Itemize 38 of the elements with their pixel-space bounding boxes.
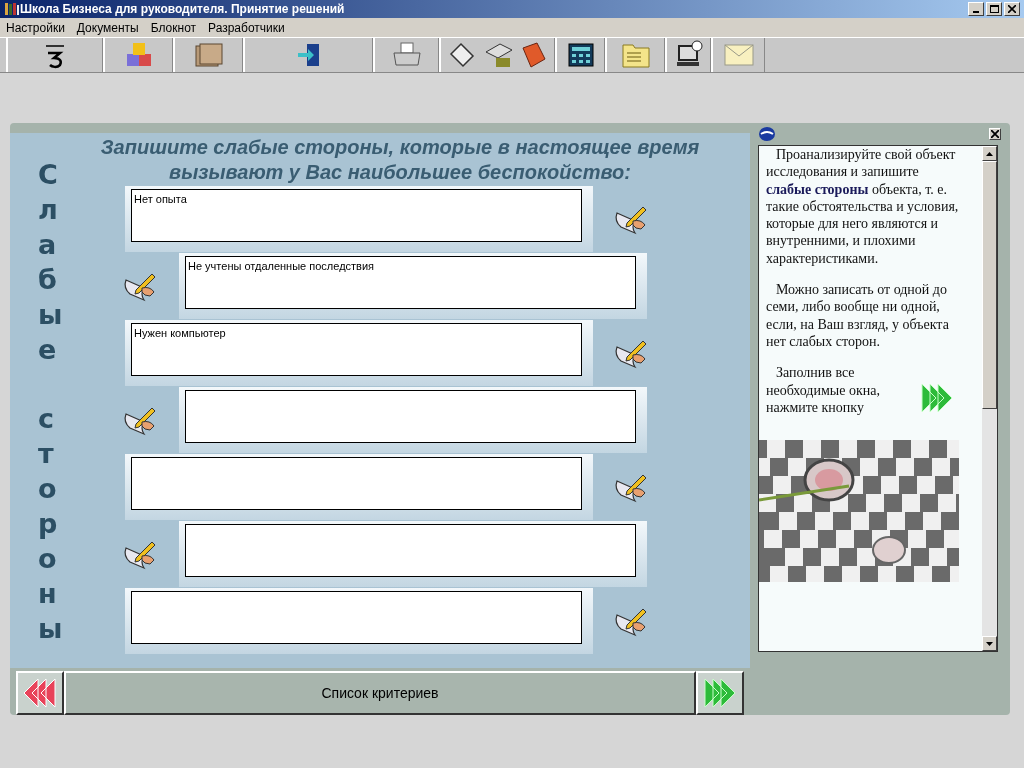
vertical-label: Слабые: [38, 158, 64, 367]
scrollbar-thumb[interactable]: [982, 161, 997, 409]
input-field[interactable]: [185, 389, 636, 443]
input-field[interactable]: Не учтены отдаленные последствия: [185, 255, 636, 309]
maximize-button[interactable]: [986, 2, 1002, 16]
menu-item[interactable]: Блокнот: [144, 18, 203, 37]
folders-icon[interactable]: [192, 40, 225, 70]
help-paragraph: Проанализируйте свой объект исследования и запишите слабые стороны объекта, т. е. такие обстоятельства и условия, которые для него являются и внутренними, и плохими характеристиками.: [766, 146, 960, 268]
input-field[interactable]: [131, 590, 582, 644]
up-arrow-icon: [986, 151, 993, 156]
back-button[interactable]: [16, 671, 64, 715]
input-field[interactable]: Нет опыта: [131, 188, 582, 242]
menu-item[interactable]: Разработчики: [202, 18, 291, 37]
menu-item[interactable]: Настройки: [0, 18, 71, 37]
globe-icon: [758, 126, 776, 142]
close-button[interactable]: [989, 128, 1001, 140]
help-paragraph: Заполнив все необходимые окна, нажмите кнопку: [766, 364, 881, 417]
close-button[interactable]: [1004, 2, 1020, 16]
books-icon: [4, 2, 20, 16]
scroll-up-button[interactable]: [982, 146, 997, 161]
heading: Запишите слабые стороны, которые в настоящее время вызывают у Вас наибольшее беспокойство:: [100, 135, 700, 185]
input-field[interactable]: Нужен компьютер: [131, 322, 582, 376]
footer-label: Список критериев: [321, 683, 439, 703]
input-field[interactable]: [185, 523, 636, 577]
next-button[interactable]: [696, 671, 744, 715]
printer-icon[interactable]: [390, 41, 423, 69]
window-title: Школа Бизнеса для руководителя. Принятие решений: [20, 1, 345, 18]
scroll-down-button[interactable]: [982, 636, 997, 651]
minimize-button[interactable]: [968, 2, 984, 16]
close-icon: [1008, 5, 1016, 13]
vertical-label: стороны: [38, 402, 64, 646]
down-arrow-icon: [986, 641, 993, 646]
input-field[interactable]: [131, 456, 582, 510]
close-icon: [991, 130, 999, 138]
maximize-icon: [989, 5, 999, 13]
calculator-icon[interactable]: [567, 43, 594, 67]
help-paragraph: Можно записать от одной до семи, либо вообще ни одной, если, на Ваш взгляд, у объекта нет слабых сторон.: [766, 281, 950, 351]
menu-item[interactable]: Документы: [70, 18, 145, 37]
